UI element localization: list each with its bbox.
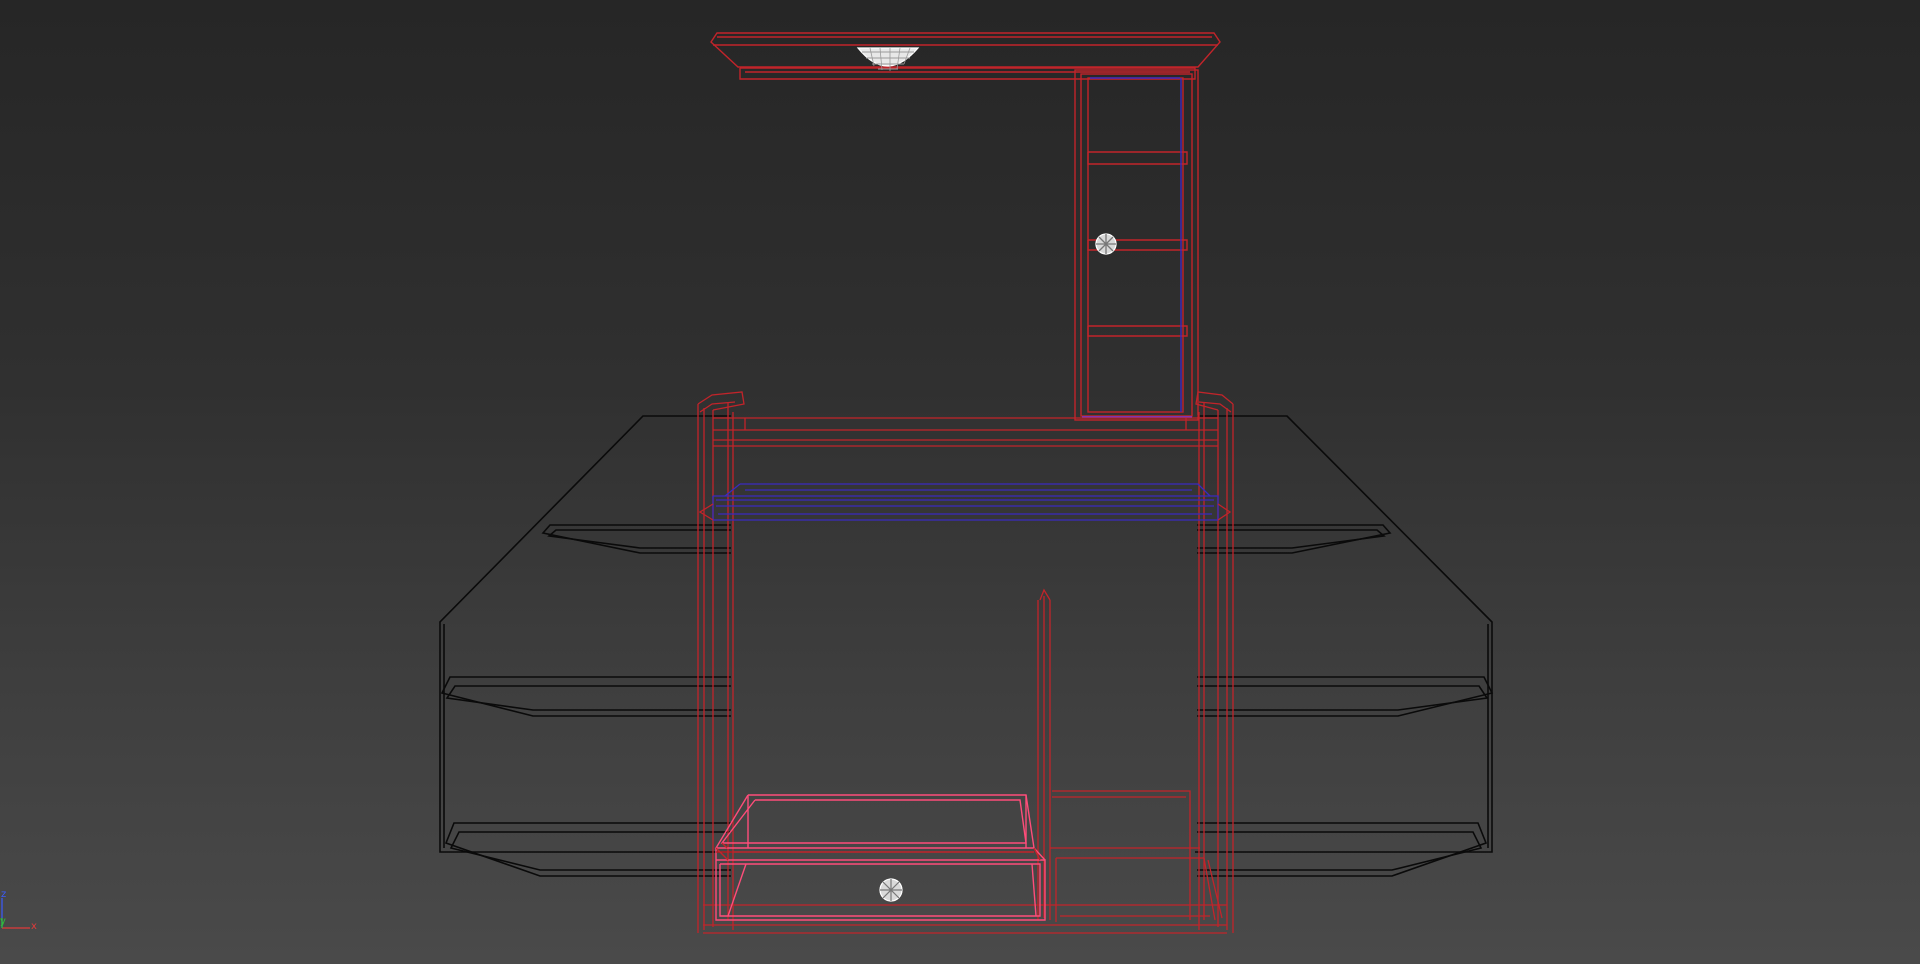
axis-z-label: z: [1, 889, 7, 900]
axis-y-label: y: [0, 916, 6, 927]
viewport-front-wireframe[interactable]: z y x: [0, 0, 1920, 964]
vertical-shelf-column[interactable]: [1074, 69, 1199, 421]
scene-wireframe[interactable]: [0, 0, 1920, 964]
ceiling-panel[interactable]: [710, 32, 1221, 80]
glass-shelf[interactable]: [698, 483, 1232, 521]
axis-tripod-icon: [1, 898, 30, 929]
left-side-cabinet[interactable]: [439, 415, 733, 877]
right-side-cabinet[interactable]: [1195, 415, 1494, 877]
drawer[interactable]: [714, 794, 1046, 921]
drawer-light-icon[interactable]: [879, 878, 903, 902]
omni-light-icon[interactable]: [1095, 233, 1117, 255]
axis-x-label: x: [31, 921, 37, 932]
